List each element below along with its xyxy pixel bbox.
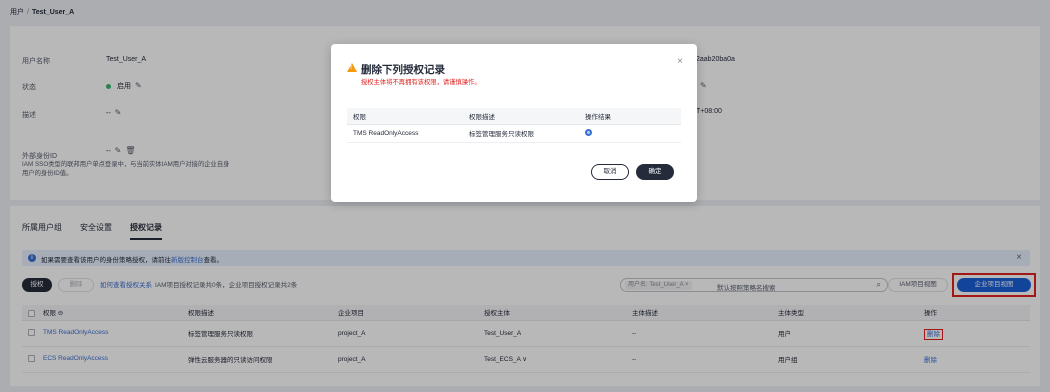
close-dialog-icon[interactable]: ×	[677, 56, 683, 67]
delete-dialog: ! 删除下列授权记录 授权主体将不再拥有该权限，请谨慎操作。 × 权限 权限描述…	[331, 44, 697, 202]
warning-icon-mark: !	[350, 65, 352, 71]
dialog-col-description: 权限描述	[463, 108, 579, 125]
dialog-warning-text: 授权主体将不再拥有该权限，请谨慎操作。	[361, 79, 481, 86]
cancel-button[interactable]: 取消	[591, 164, 629, 180]
dialog-table-header: 权限 权限描述 操作结果	[347, 108, 681, 125]
dialog-table-row: TMS ReadOnlyAccess 标签管理服务只读权限	[347, 124, 681, 143]
dialog-cell-result	[579, 124, 681, 143]
loading-icon	[585, 128, 592, 136]
dialog-col-permission: 权限	[347, 108, 463, 125]
dialog-title: 删除下列授权记录	[361, 64, 445, 76]
warning-icon	[347, 63, 357, 72]
dialog-cell-description: 标签管理服务只读权限	[463, 124, 579, 143]
confirm-button[interactable]: 确定	[636, 164, 674, 180]
dialog-table: 权限 权限描述 操作结果 TMS ReadOnlyAccess 标签管理服务只读…	[347, 108, 681, 143]
dialog-cell-permission: TMS ReadOnlyAccess	[347, 124, 463, 143]
dialog-col-result: 操作结果	[579, 108, 681, 125]
